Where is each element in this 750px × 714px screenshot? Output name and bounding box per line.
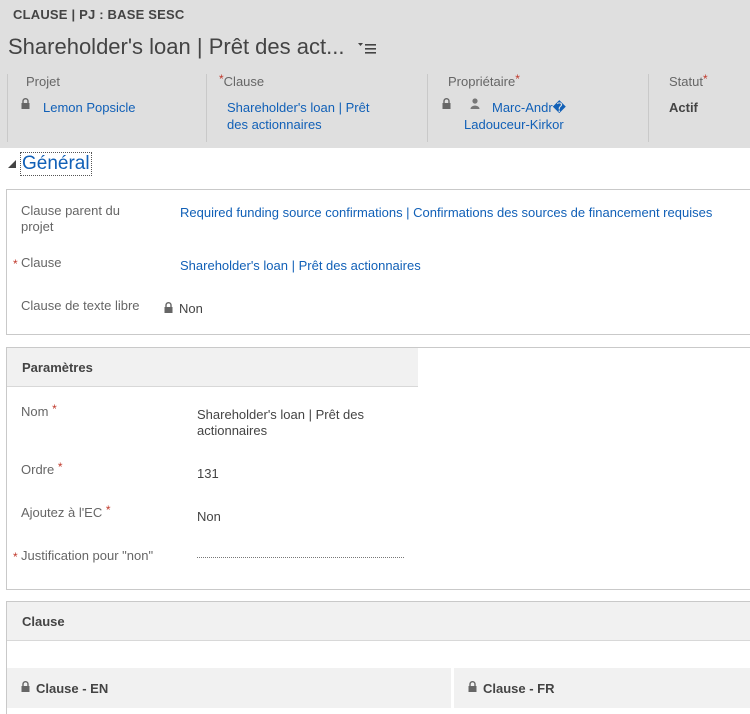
- header-field-projet: Projet Lemon Popsicle: [0, 72, 206, 142]
- clause-label: *Clause: [219, 72, 265, 89]
- clause-panel: Clause Clause - EN Clause - FR: [6, 601, 750, 714]
- proprietaire-link[interactable]: Marc-Andr� Ladouceur-Kirkor: [464, 99, 566, 133]
- nom-value: Shareholder's loan | Prêt des actionnair…: [197, 407, 364, 439]
- required-marker: *: [105, 503, 111, 517]
- required-marker: *: [702, 72, 708, 86]
- required-marker: *: [219, 72, 224, 86]
- clause-link-line1: Shareholder's loan | Prêt: [227, 100, 370, 115]
- clause-label-text: Clause: [223, 74, 265, 89]
- texte-libre-label: Clause de texte libre: [21, 298, 140, 313]
- entity-type-label: CLAUSE | PJ : BASE SESC: [13, 7, 185, 22]
- ordre-label: Ordre *: [21, 460, 63, 478]
- nom-label: Nom *: [21, 402, 57, 420]
- record-title: Shareholder's loan | Prêt des act...: [8, 34, 345, 59]
- ordre-label-text: Ordre: [21, 462, 55, 477]
- clause-en-column: Clause - EN: [7, 668, 451, 708]
- required-marker: *: [515, 72, 520, 86]
- ordre-value: 131: [197, 466, 219, 481]
- justification-label: Justification pour "non": [21, 548, 154, 563]
- required-marker: *: [13, 550, 18, 564]
- clause-parent-label-line2: projet: [21, 219, 54, 234]
- statut-value: Actif: [669, 100, 698, 115]
- clause-parent-label-line1: Clause parent du: [21, 203, 121, 218]
- clause-link[interactable]: Shareholder's loan | Prêt des actionnair…: [227, 99, 369, 133]
- required-marker: *: [52, 402, 57, 416]
- proprietaire-label: Propriétaire*: [448, 72, 520, 89]
- general-panel: Clause parent du projet Required funding…: [6, 189, 750, 335]
- projet-link[interactable]: Lemon Popsicle: [43, 99, 136, 116]
- lock-icon: [164, 302, 173, 313]
- collapse-triangle-icon[interactable]: [8, 160, 16, 168]
- lock-icon: [21, 98, 30, 109]
- clause-section-header: Clause: [7, 602, 750, 641]
- statut-label-text: Statut: [669, 74, 703, 89]
- lock-icon: [21, 681, 30, 692]
- clause-fr-label: Clause - FR: [483, 681, 555, 696]
- clause-link-line2: des actionnaires: [227, 117, 322, 132]
- lock-icon: [442, 98, 451, 109]
- parametres-panel: Paramètres Nom * Shareholder's loan | Pr…: [6, 347, 750, 590]
- header-field-proprietaire: Propriétaire* Marc-Andr� Ladouceur-Kirko…: [427, 72, 648, 142]
- clause-field-link[interactable]: Shareholder's loan | Prêt des actionnair…: [180, 258, 421, 273]
- list-menu-icon[interactable]: [357, 41, 377, 55]
- nom-label-text: Nom: [21, 404, 49, 419]
- justification-input[interactable]: [197, 557, 404, 558]
- required-marker: *: [57, 460, 63, 474]
- proprietaire-link-line1: Marc-Andr�: [492, 100, 567, 115]
- nom-value-line2: actionnaires: [197, 423, 268, 438]
- ajoutez-label: Ajoutez à l'EC *: [21, 503, 111, 521]
- required-marker: *: [13, 257, 18, 271]
- parametres-header: Paramètres: [7, 348, 418, 387]
- header-field-statut: Statut* Actif: [648, 72, 750, 142]
- header-field-clause: *Clause Shareholder's loan | Prêt des ac…: [206, 72, 427, 142]
- nom-value-line1: Shareholder's loan | Prêt des: [197, 407, 365, 422]
- record-header: CLAUSE | PJ : BASE SESC Shareholder's lo…: [0, 0, 750, 148]
- statut-label: Statut*: [669, 72, 708, 89]
- proprietaire-label-text: Propriétaire: [448, 74, 516, 89]
- clause-fr-column: Clause - FR: [454, 668, 750, 708]
- ajoutez-value: Non: [197, 509, 221, 524]
- clause-parent-link[interactable]: Required funding source confirmations | …: [180, 205, 712, 220]
- ajoutez-label-text: Ajoutez à l'EC: [21, 505, 103, 520]
- section-title-general[interactable]: Général: [20, 152, 92, 176]
- clause-parent-label: Clause parent du projet: [21, 203, 120, 235]
- clause-field-label: Clause: [21, 255, 62, 270]
- projet-label: Projet: [26, 74, 60, 89]
- lock-icon: [468, 681, 477, 692]
- texte-libre-value: Non: [179, 301, 203, 316]
- clause-en-label: Clause - EN: [36, 681, 109, 696]
- proprietaire-link-line2: Ladouceur-Kirkor: [464, 117, 564, 132]
